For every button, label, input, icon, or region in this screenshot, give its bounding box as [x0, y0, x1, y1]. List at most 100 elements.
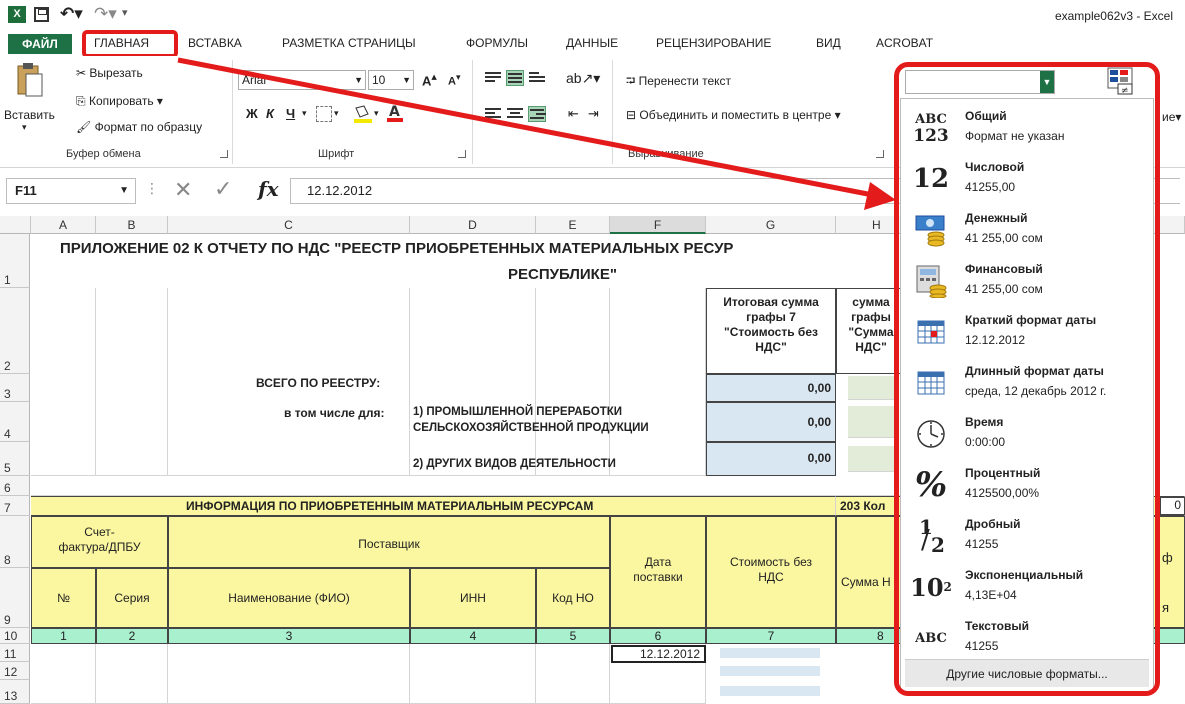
- format-option-long-date[interactable]: Длинный формат даты среда, 12 декабрь 20…: [905, 358, 1149, 408]
- grid-cell[interactable]: [536, 288, 610, 476]
- underline-button[interactable]: Ч: [286, 106, 295, 121]
- format-option-percent[interactable]: % Процентный 4125500,00%: [905, 460, 1149, 510]
- font-color-icon[interactable]: A: [386, 102, 404, 124]
- align-bottom-icon[interactable]: [528, 70, 546, 86]
- tab-review[interactable]: РЕЦЕНЗИРОВАНИЕ: [656, 36, 771, 50]
- g12-cell[interactable]: [720, 666, 820, 676]
- grid-cell[interactable]: [536, 644, 610, 704]
- grid-cell[interactable]: [96, 288, 168, 476]
- column-number-cell[interactable]: 6: [610, 628, 706, 644]
- column-number-cell[interactable]: 3: [168, 628, 410, 644]
- tab-data[interactable]: ДАННЫЕ: [566, 36, 618, 50]
- format-option-short-date[interactable]: Краткий формат даты 12.12.2012: [905, 307, 1149, 357]
- font-launcher-icon[interactable]: [458, 150, 466, 158]
- grow-font-button[interactable]: A▴: [422, 70, 437, 88]
- row-header-12[interactable]: 12: [0, 662, 30, 680]
- format-option-scientific[interactable]: 10 2 Экспоненциальный 4,13E+04: [905, 562, 1149, 612]
- column-header-e[interactable]: E: [536, 216, 610, 234]
- clipboard-launcher-icon[interactable]: [220, 150, 228, 158]
- row-header-5[interactable]: 5: [0, 442, 30, 476]
- column-header-g[interactable]: G: [706, 216, 836, 234]
- total-value-cell[interactable]: 0,00: [706, 374, 836, 402]
- row-header-8[interactable]: 8: [0, 516, 30, 568]
- copy-button[interactable]: ⎘ Копировать ▾: [76, 94, 163, 109]
- grid-cell[interactable]: [31, 644, 96, 704]
- align-top-icon[interactable]: [484, 70, 502, 86]
- cut-button[interactable]: ✂ Вырезать: [76, 66, 143, 80]
- grid-cell[interactable]: [168, 644, 410, 704]
- format-option-currency[interactable]: Денежный 41 255,00 сом: [905, 205, 1149, 255]
- column-number-cell[interactable]: 4: [410, 628, 536, 644]
- alignment-launcher-icon[interactable]: [876, 150, 884, 158]
- h3-cell[interactable]: [848, 376, 898, 400]
- shrink-font-button[interactable]: A▾: [448, 72, 461, 88]
- selected-cell-f11[interactable]: 12.12.2012: [611, 645, 706, 663]
- format-option-text[interactable]: ABC Текстовый 41255: [905, 613, 1149, 663]
- row-header-7[interactable]: 7: [0, 496, 30, 516]
- align-right-icon[interactable]: [528, 106, 546, 122]
- row6-cells[interactable]: [31, 476, 906, 496]
- decrease-indent-icon[interactable]: ⇤: [568, 106, 579, 122]
- merge-dropdown-icon[interactable]: ▾: [835, 108, 841, 122]
- tab-file[interactable]: ФАЙЛ: [8, 34, 72, 54]
- format-option-time[interactable]: Время 0:00:00: [905, 409, 1149, 459]
- g13-cell[interactable]: [720, 686, 820, 696]
- delivery-date-header[interactable]: Дата поставки: [610, 516, 706, 628]
- row-header-1[interactable]: 1: [0, 234, 30, 288]
- grid-cell[interactable]: [610, 288, 706, 476]
- row-header-11[interactable]: 11: [0, 644, 30, 662]
- fill-color-icon[interactable]: [352, 104, 374, 124]
- copy-dropdown-icon[interactable]: ▾: [157, 94, 163, 108]
- grid-cell[interactable]: [410, 288, 536, 476]
- format-option-fraction[interactable]: 1 / 2 Дробный 41255: [905, 511, 1149, 561]
- name-box[interactable]: F11 ▼: [6, 178, 136, 204]
- chevron-down-icon[interactable]: ▼: [1040, 71, 1054, 93]
- borders-icon[interactable]: [316, 106, 332, 122]
- column-header-d[interactable]: D: [410, 216, 536, 234]
- format-option-general[interactable]: ABC 123 Общий Формат не указан: [905, 103, 1149, 153]
- tax-code-header[interactable]: Код НО: [536, 568, 610, 628]
- tab-acrobat[interactable]: ACROBAT: [876, 36, 933, 50]
- column-number-cell[interactable]: 5: [536, 628, 610, 644]
- column-header-f[interactable]: F: [610, 216, 706, 234]
- column-number-cell[interactable]: 2: [96, 628, 168, 644]
- select-all-corner[interactable]: [0, 216, 31, 234]
- conditional-formatting-icon[interactable]: ≠: [1104, 66, 1136, 96]
- tab-view[interactable]: ВИД: [816, 36, 841, 50]
- row-header-13[interactable]: 13: [0, 680, 30, 704]
- cost-header[interactable]: Стоимость без НДС: [706, 516, 836, 628]
- borders-dropdown-icon[interactable]: ▾: [334, 108, 339, 119]
- h4-cell[interactable]: [848, 406, 898, 438]
- h5-cell[interactable]: [848, 446, 898, 472]
- inn-header[interactable]: ИНН: [410, 568, 536, 628]
- fill-dropdown-icon[interactable]: ▾: [374, 108, 379, 119]
- orientation-icon[interactable]: ab↗▾: [566, 70, 600, 87]
- font-name-select[interactable]: Arial ▼: [238, 70, 366, 90]
- paste-button[interactable]: Вставить: [4, 108, 55, 122]
- enter-icon[interactable]: ✓: [214, 176, 232, 202]
- align-center-icon[interactable]: [506, 106, 524, 122]
- bold-button[interactable]: Ж: [246, 106, 258, 121]
- underline-dropdown-icon[interactable]: ▾: [302, 108, 307, 119]
- insert-function-icon[interactable]: fx: [258, 177, 279, 201]
- tab-insert[interactable]: ВСТАВКА: [188, 36, 242, 50]
- column-header-c[interactable]: C: [168, 216, 410, 234]
- h7-count-value[interactable]: 0: [1160, 497, 1185, 515]
- grid-cell[interactable]: [31, 288, 96, 476]
- row-header-9[interactable]: 9: [0, 568, 30, 628]
- supplier-header[interactable]: Поставщик: [168, 516, 610, 568]
- paste-icon[interactable]: [14, 62, 44, 98]
- invoice-header[interactable]: Счет- фактура/ДПБУ: [31, 516, 168, 568]
- redo-icon[interactable]: ↷▾: [94, 4, 117, 24]
- grid-cell[interactable]: [410, 644, 536, 704]
- wrap-text-button[interactable]: ⮒ Перенести текст: [626, 72, 731, 93]
- align-left-icon[interactable]: [484, 106, 502, 122]
- number-format-select[interactable]: ▼: [905, 70, 1055, 94]
- g2-total-header[interactable]: Итоговая сумма графы 7 "Стоимость без НД…: [706, 288, 836, 374]
- name-header[interactable]: Наименование (ФИО): [168, 568, 410, 628]
- increase-indent-icon[interactable]: ⇥: [588, 106, 599, 122]
- save-icon[interactable]: [34, 7, 49, 22]
- merge-center-button[interactable]: ⊟ Объединить и поместить в центре ▾: [626, 108, 841, 122]
- undo-icon[interactable]: ↶▾: [60, 4, 83, 24]
- cancel-icon[interactable]: ✕: [174, 177, 192, 203]
